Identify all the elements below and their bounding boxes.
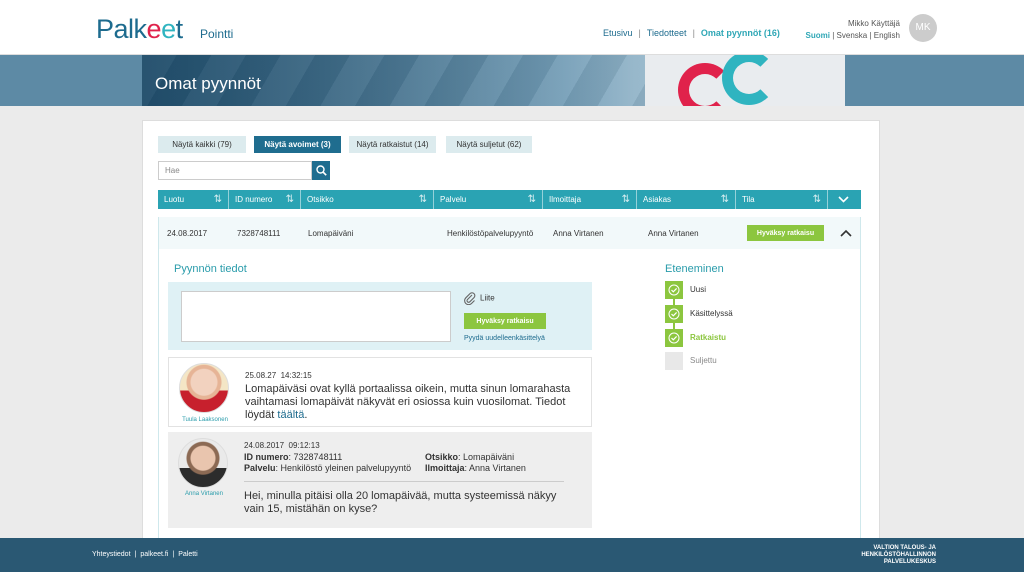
footer-link-paletti[interactable]: Paletti: [178, 551, 197, 558]
step-suljettu: Suljettu: [665, 352, 825, 370]
search-box: [158, 161, 330, 180]
lang-suomi[interactable]: Suomi: [806, 31, 830, 40]
column-header-palvelu[interactable]: Palvelu ⇅: [434, 190, 543, 209]
request-details-title: Pyynnön tiedot: [174, 263, 247, 275]
main-nav: Etusivu | Tiedotteet | Omat pyynnöt (16): [603, 28, 780, 38]
cell-service: Henkilöstöpalvelupyyntö: [447, 229, 534, 238]
search-button[interactable]: [312, 161, 330, 180]
message-timestamp: 24.08.2017 09:12:13: [244, 441, 320, 450]
nav-tiedotteet[interactable]: Tiedotteet: [647, 28, 687, 38]
message-text: Lomapäiväsi ovat kyllä portaalissa oikei…: [245, 383, 571, 421]
check-circle-icon: [668, 284, 680, 296]
footer: Yhteystiedot | palkeet.fi | Paletti VALTION …: [0, 538, 1024, 572]
approve-solution-button-detail[interactable]: Hyväksy ratkaisu: [464, 313, 546, 329]
sort-icon[interactable]: ⇅: [622, 190, 630, 209]
page-title: Omat pyynnöt: [155, 74, 261, 93]
expand-all-toggle[interactable]: [828, 190, 861, 209]
lang-english[interactable]: English: [874, 31, 900, 40]
chevron-up-icon[interactable]: [839, 226, 853, 240]
pending-step-icon: [665, 352, 683, 370]
attachment-link[interactable]: Liite: [464, 292, 495, 306]
table-header: Luotu ⇅ ID numero ⇅ Otsikko ⇅ Palvelu ⇅ Ilmo…: [158, 190, 861, 209]
logo-letter-t: t: [175, 14, 184, 44]
column-header-id[interactable]: ID numero ⇅: [229, 190, 301, 209]
column-header-asiakas[interactable]: Asiakas ⇅: [637, 190, 736, 209]
search-input[interactable]: [158, 161, 312, 180]
user-avatar[interactable]: MK: [909, 14, 937, 42]
sort-icon[interactable]: ⇅: [528, 190, 536, 209]
check-circle-icon: [668, 308, 680, 320]
footer-link-palkeet[interactable]: palkeet.fi: [140, 551, 168, 558]
logo-text: Palk: [96, 14, 147, 44]
request-reprocessing-link[interactable]: Pyydä uudelleenkäsittelyä: [464, 335, 545, 342]
nav-etusivu[interactable]: Etusivu: [603, 28, 633, 38]
top-header: Palkeet Pointti Etusivu | Tiedotteet | Omat …: [0, 0, 1024, 55]
step-uusi: Uusi: [665, 281, 825, 299]
filter-closed-button[interactable]: Näytä suljetut (62): [446, 136, 532, 153]
sort-icon[interactable]: ⇅: [813, 190, 821, 209]
message-text: Hei, minulla pitäisi olla 20 lomapäivää,…: [244, 490, 557, 515]
message-link[interactable]: täältä: [277, 409, 304, 421]
progress-title: Eteneminen: [665, 263, 724, 275]
message-author: Anna Virtanen: [185, 491, 223, 497]
chevron-down-icon: [838, 196, 849, 203]
check-circle-icon: [668, 332, 680, 344]
column-header-ilmoittaja[interactable]: Ilmoittaja ⇅: [543, 190, 637, 209]
step-kasittelyssa: Käsittelyssä: [665, 305, 825, 323]
logo-letter-e2: e: [161, 14, 176, 44]
search-icon: [316, 165, 327, 176]
footer-links: Yhteystiedot | palkeet.fi | Paletti: [92, 551, 198, 558]
paperclip-icon: [464, 292, 476, 306]
message-item: Tuula Laaksonen 25.08.27 14:32:15 Lomapä…: [168, 357, 592, 427]
step-ratkaistu: Ratkaistu: [665, 329, 825, 347]
column-header-tila[interactable]: Tila ⇅: [736, 190, 828, 209]
footer-link-contact[interactable]: Yhteystiedot: [92, 551, 131, 558]
language-switcher: Suomi | Svenska | English: [805, 31, 900, 40]
avatar-tuula: [179, 363, 229, 413]
sort-icon[interactable]: ⇅: [214, 190, 222, 209]
nav-separator: |: [692, 28, 695, 38]
approve-solution-button[interactable]: Hyväksy ratkaisu: [747, 225, 824, 241]
reply-textarea[interactable]: [181, 291, 451, 342]
sort-icon[interactable]: ⇅: [286, 190, 294, 209]
filter-all-button[interactable]: Näytä kaikki (79): [158, 136, 246, 153]
cell-title: Lomapäiväni: [308, 229, 354, 238]
sort-icon[interactable]: ⇅: [419, 190, 427, 209]
message-meta-left: ID numero: 7328748111 Palvelu: Henkilöst…: [244, 452, 412, 473]
reply-box: Liite Hyväksy ratkaisu Pyydä uudelleenkä…: [168, 282, 592, 350]
filter-resolved-button[interactable]: Näytä ratkaistut (14): [349, 136, 436, 153]
palkeet-logo[interactable]: Palkeet: [96, 14, 183, 45]
cell-id: 7328748111: [237, 229, 281, 238]
filter-open-button[interactable]: Näytä avoimet (3): [254, 136, 341, 153]
user-name: Mikko Käyttäjä: [847, 19, 900, 28]
lang-svenska[interactable]: Svenska: [837, 31, 868, 40]
cell-reporter: Anna Virtanen: [553, 229, 604, 238]
nav-separator: |: [638, 28, 641, 38]
cell-created: 24.08.2017: [167, 229, 208, 238]
divider: [244, 481, 564, 482]
organization-logo: VALTION TALOUS- JA HENKILÖSTÖHALLINNON P…: [861, 545, 936, 565]
message-item: Anna Virtanen 24.08.2017 09:12:13 ID num…: [168, 432, 592, 528]
column-header-otsikko[interactable]: Otsikko ⇅: [301, 190, 434, 209]
user-info: Mikko Käyttäjä Suomi | Svenska | English: [806, 18, 900, 42]
nav-omat-pyynnot[interactable]: Omat pyynnöt (16): [701, 28, 780, 38]
avatar-anna: [178, 438, 228, 488]
sort-icon[interactable]: ⇅: [721, 190, 729, 209]
column-header-luotu[interactable]: Luotu ⇅: [158, 190, 229, 209]
message-author: Tuula Laaksonen: [182, 417, 228, 423]
product-name: Pointti: [200, 27, 234, 41]
message-meta-right: Otsikko: Lomapäiväni Ilmoittaja: Anna Vi…: [425, 452, 526, 473]
logo-letter-e1: e: [146, 14, 162, 44]
cell-customer: Anna Virtanen: [648, 229, 699, 238]
table-row[interactable]: 24.08.2017 7328748111 Lomapäiväni Henkil…: [158, 217, 861, 249]
message-timestamp: 25.08.27 14:32:15: [245, 371, 312, 380]
